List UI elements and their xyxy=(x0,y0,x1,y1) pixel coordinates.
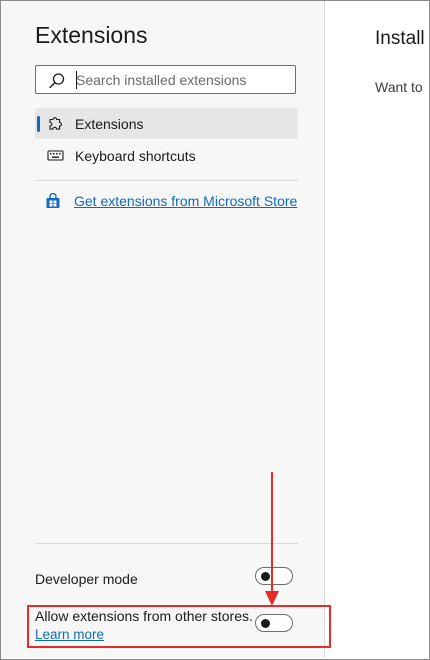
developer-mode-label: Developer mode xyxy=(35,571,138,587)
annotation-highlight-box xyxy=(27,605,331,648)
nav-label-keyboard-shortcuts: Keyboard shortcuts xyxy=(75,148,196,164)
puzzle-icon xyxy=(49,117,62,130)
section-divider xyxy=(35,180,298,181)
main-description: Want to xyxy=(375,79,423,95)
main-pane: Install Want to xyxy=(325,1,429,658)
developer-mode-toggle[interactable] xyxy=(255,567,293,585)
search-icon xyxy=(49,73,65,89)
get-extensions-link[interactable]: Get extensions from Microsoft Store xyxy=(35,190,305,212)
search-box[interactable] xyxy=(35,65,296,94)
toggle-knob xyxy=(261,572,270,581)
page-title: Extensions xyxy=(35,22,148,48)
nav-item-extensions[interactable]: Extensions xyxy=(35,108,298,139)
text-caret xyxy=(76,71,77,89)
store-bag-icon xyxy=(46,193,60,208)
keyboard-icon xyxy=(47,150,64,161)
main-heading: Install xyxy=(375,28,425,49)
sidebar xyxy=(1,1,324,658)
active-indicator xyxy=(37,116,40,132)
nav-item-keyboard-shortcuts[interactable]: Keyboard shortcuts xyxy=(35,140,298,171)
store-link-label: Get extensions from Microsoft Store xyxy=(74,193,298,209)
search-input[interactable] xyxy=(76,69,286,90)
nav-label-extensions: Extensions xyxy=(75,116,144,132)
settings-divider xyxy=(35,543,298,544)
